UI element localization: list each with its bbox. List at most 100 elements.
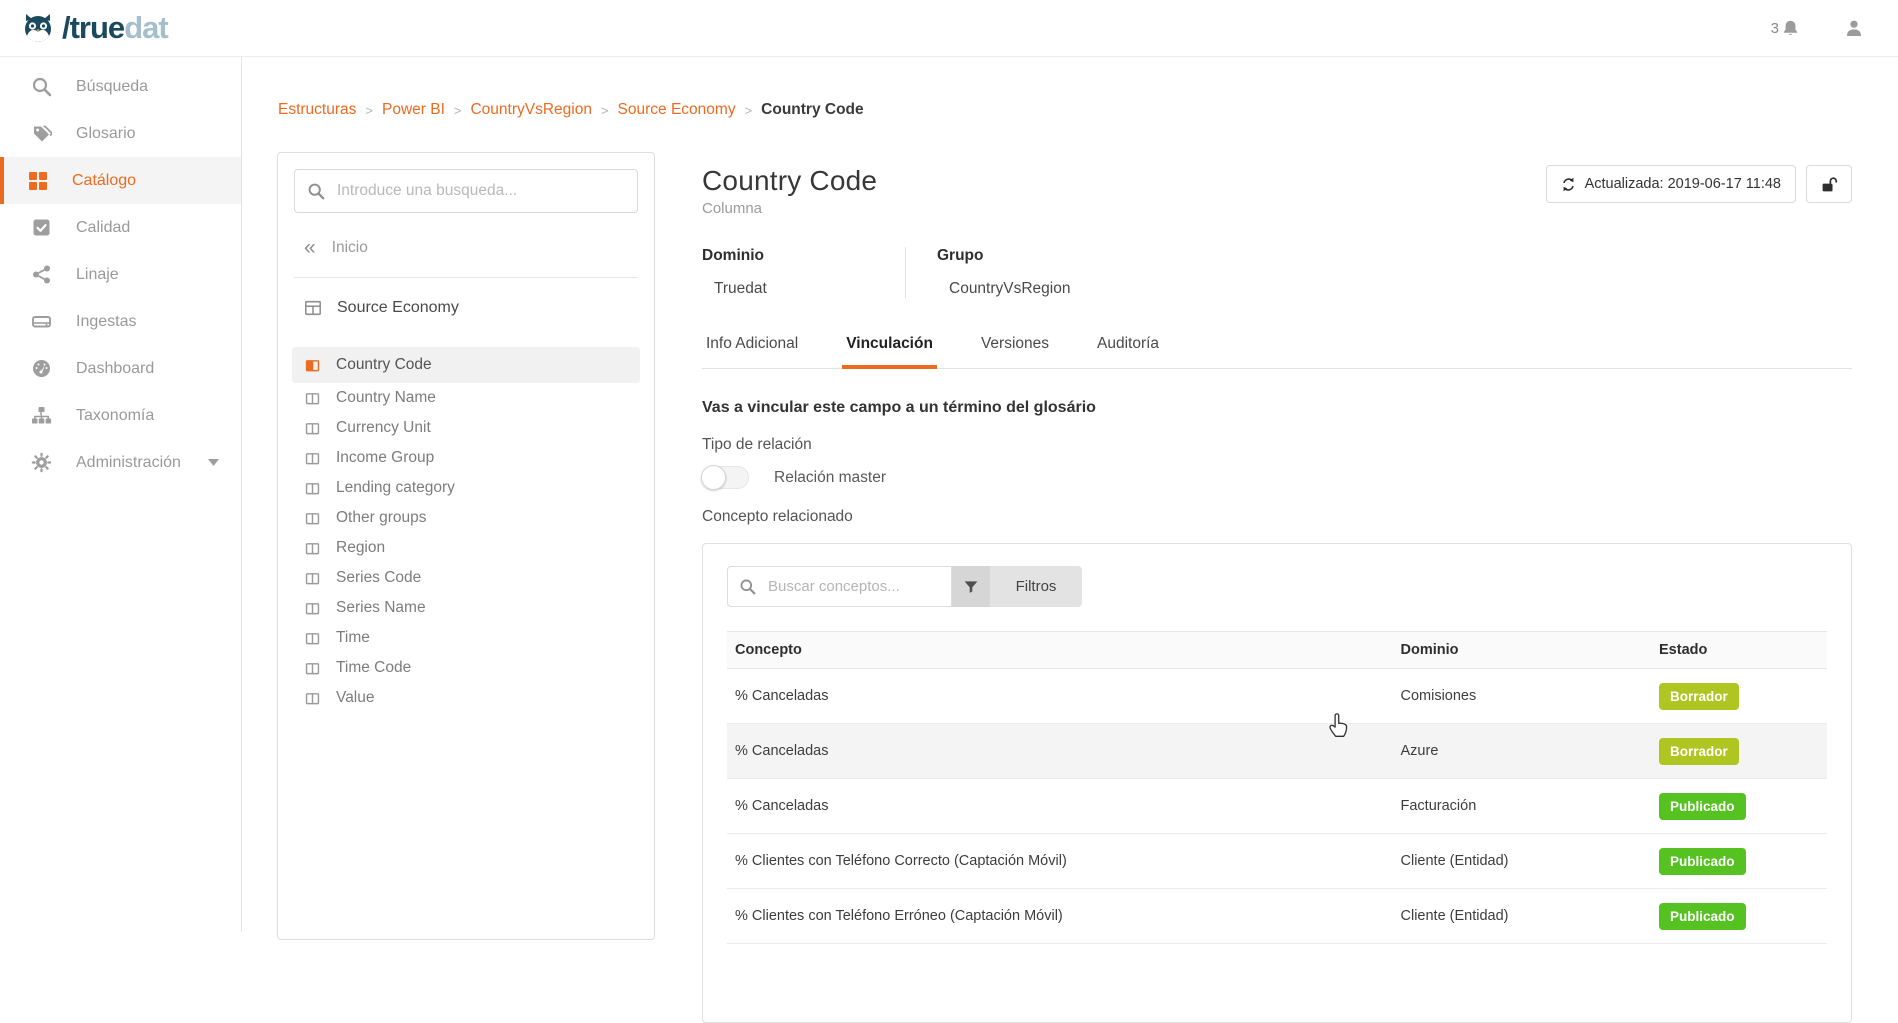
column-header-estado[interactable]: Estado [1651, 632, 1827, 669]
sidebar-item-label: Linaje [76, 266, 119, 284]
double-chevron-left-icon: « [304, 241, 316, 255]
sidebar-item-linaje[interactable]: Linaje [0, 251, 241, 298]
tree-item-column[interactable]: Time Code [292, 653, 640, 683]
column-icon [304, 660, 321, 677]
sidebar-item-administracion[interactable]: Administración [0, 439, 241, 486]
table-row[interactable]: % Canceladas Comisiones Borrador [727, 669, 1827, 724]
tree-item-column[interactable]: Region [292, 533, 640, 563]
bell-icon [1781, 19, 1800, 38]
divider [294, 277, 638, 278]
content-area: Estructuras > Power BI > CountryVsRegion… [242, 57, 1898, 932]
column-icon [304, 390, 321, 407]
tree-back-label: Inicio [332, 239, 368, 257]
breadcrumb-separator: > [601, 103, 609, 118]
share-icon [31, 264, 52, 285]
tab-auditoria[interactable]: Auditoría [1093, 325, 1163, 369]
table-row[interactable]: % Canceladas Azure Borrador [727, 724, 1827, 779]
concept-cell: % Clientes con Teléfono Erróneo (Captaci… [727, 889, 1393, 944]
tree-item-column[interactable]: Series Code [292, 563, 640, 593]
sidebar-item-busqueda[interactable]: Búsqueda [0, 63, 241, 110]
sidebar-item-dashboard[interactable]: Dashboard [0, 345, 241, 392]
status-badge: Publicado [1659, 848, 1746, 875]
link-section-heading: Vas a vincular este campo a un término d… [702, 399, 1852, 417]
drive-icon [31, 311, 52, 332]
tab-bar: Info Adicional Vinculación Versiones Aud… [702, 325, 1852, 369]
breadcrumb-link[interactable]: Estructuras [278, 101, 356, 119]
domain-cell: Azure [1393, 724, 1652, 779]
tree-item-column[interactable]: Series Name [292, 593, 640, 623]
breadcrumb-link[interactable]: Source Economy [618, 101, 736, 119]
related-concept-label: Concepto relacionado [702, 508, 1852, 526]
tab-versiones[interactable]: Versiones [977, 325, 1053, 369]
table-row[interactable]: % Clientes con Teléfono Correcto (Captac… [727, 834, 1827, 889]
concept-cell: % Clientes con Teléfono Correcto (Captac… [727, 834, 1393, 889]
tree-item-column[interactable]: Time [292, 623, 640, 653]
relation-master-toggle[interactable] [702, 466, 749, 489]
confidential-toggle-button[interactable] [1806, 165, 1852, 203]
sidebar-item-label: Glosario [76, 125, 136, 143]
breadcrumb-separator: > [365, 103, 373, 118]
filter-icon-button[interactable] [952, 566, 990, 607]
sidebar-item-label: Taxonomía [76, 407, 154, 425]
sidebar-item-label: Administración [76, 454, 181, 472]
breadcrumb-link[interactable]: CountryVsRegion [470, 101, 591, 119]
related-concept-box: Filtros Concepto Dominio Estado % Cancel… [702, 543, 1852, 1023]
column-icon [304, 690, 321, 707]
user-menu-button[interactable] [1844, 18, 1864, 38]
toggle-knob [701, 465, 726, 490]
tree-item-column[interactable]: Country Code [292, 347, 640, 383]
status-cell: Borrador [1651, 669, 1827, 724]
status-badge: Publicado [1659, 793, 1746, 820]
sidebar-item-taxonomia[interactable]: Taxonomía [0, 392, 241, 439]
tree-parent-item[interactable]: Source Economy [304, 299, 642, 317]
tree-back-link[interactable]: « Inicio [304, 239, 642, 257]
tree-item-column[interactable]: Other groups [292, 503, 640, 533]
sidebar-item-label: Calidad [76, 219, 130, 237]
gauge-icon [31, 358, 52, 379]
column-icon [304, 450, 321, 467]
tree-item-column[interactable]: Lending category [292, 473, 640, 503]
concepts-table: Concepto Dominio Estado % Canceladas Com… [727, 631, 1827, 944]
status-badge: Borrador [1659, 738, 1739, 765]
tree-item-column[interactable]: Value [292, 683, 640, 713]
breadcrumb-current: Country Code [761, 101, 863, 119]
column-icon [304, 600, 321, 617]
funnel-icon [963, 579, 979, 595]
filters-button[interactable]: Filtros [990, 566, 1082, 607]
tree-item-label: Region [336, 539, 385, 557]
tree-item-label: Series Code [336, 569, 421, 587]
column-icon [304, 480, 321, 497]
tree-item-column[interactable]: Income Group [292, 443, 640, 473]
column-icon [304, 357, 321, 374]
concept-cell: % Canceladas [727, 669, 1393, 724]
breadcrumb-link[interactable]: Power BI [382, 101, 445, 119]
tree-item-label: Currency Unit [336, 419, 431, 437]
domain-cell: Facturación [1393, 779, 1652, 834]
tree-item-label: Value [336, 689, 375, 707]
truedat-logo[interactable]: /truedat [0, 8, 168, 48]
sidebar-item-ingestas[interactable]: Ingestas [0, 298, 241, 345]
column-icon [304, 630, 321, 647]
updated-button[interactable]: Actualizada: 2019-06-17 11:48 [1546, 165, 1796, 203]
status-cell: Publicado [1651, 889, 1827, 944]
search-icon [31, 76, 52, 97]
table-row[interactable]: % Clientes con Teléfono Erróneo (Captaci… [727, 889, 1827, 944]
status-badge: Borrador [1659, 683, 1739, 710]
concept-search-input[interactable] [727, 566, 952, 607]
table-row[interactable]: % Canceladas Facturación Publicado [727, 779, 1827, 834]
column-header-dominio[interactable]: Dominio [1393, 632, 1652, 669]
tree-search-input[interactable] [294, 169, 638, 213]
tab-info-adicional[interactable]: Info Adicional [702, 325, 802, 369]
notifications-button[interactable]: 3 [1771, 19, 1800, 38]
tab-vinculacion[interactable]: Vinculación [842, 325, 937, 369]
sidebar-item-glosario[interactable]: Glosario [0, 110, 241, 157]
sidebar-item-catalogo[interactable]: Catálogo [0, 157, 241, 204]
column-list: Country Code Country Name Currency Unit [290, 347, 642, 713]
status-badge: Publicado [1659, 903, 1746, 930]
column-header-concepto[interactable]: Concepto [727, 632, 1393, 669]
tree-item-column[interactable]: Currency Unit [292, 413, 640, 443]
relation-type-label: Tipo de relación [702, 436, 1852, 454]
tree-item-column[interactable]: Country Name [292, 383, 640, 413]
sidebar-item-calidad[interactable]: Calidad [0, 204, 241, 251]
table-icon [304, 299, 322, 317]
